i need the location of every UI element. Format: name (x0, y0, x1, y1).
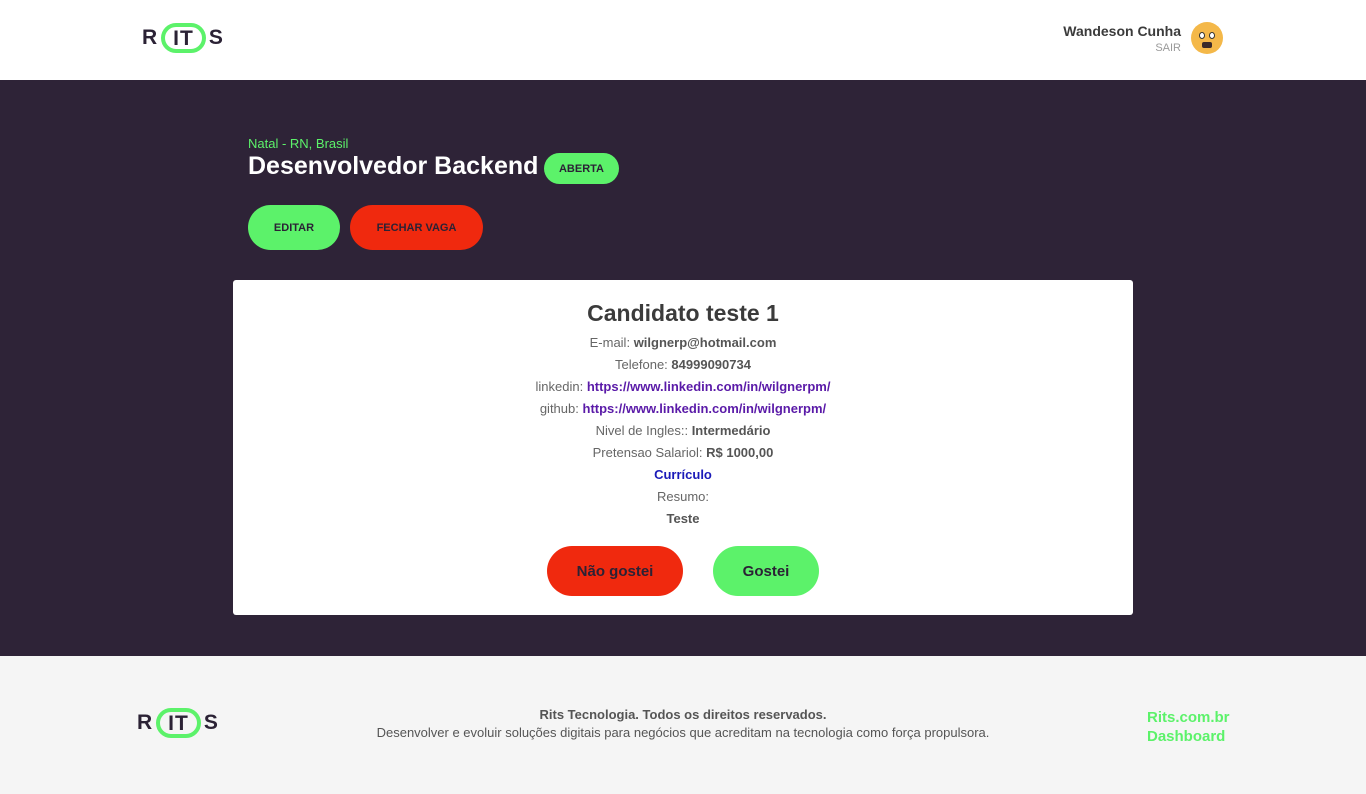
phone-value: 84999090734 (671, 357, 751, 372)
footer: R IT S Rits Tecnologia. Todos os direito… (0, 656, 1366, 794)
resume-link[interactable]: Currículo (654, 467, 712, 482)
user-menu: Wandeson Cunha SAIR (1063, 22, 1223, 54)
summary-value: Teste (666, 511, 700, 526)
logout-link[interactable]: SAIR (1063, 42, 1181, 54)
email-label: E-mail: (589, 335, 631, 350)
email-value: wilgnerp@hotmail.com (633, 335, 777, 350)
footer-link-rits[interactable]: Rits.com.br (1147, 708, 1230, 727)
english-row: Nivel de Ingles:: Intermedário (233, 423, 1133, 438)
salary-row: Pretensao Salariol: R$ 1000,00 (233, 445, 1133, 460)
candidate-name: Candidato teste 1 (587, 300, 779, 326)
logo-letter-s: S (208, 26, 224, 49)
summary-label: Resumo: (656, 489, 710, 504)
user-info: Wandeson Cunha SAIR (1063, 23, 1181, 54)
email-row: E-mail: wilgnerp@hotmail.com (233, 335, 1133, 350)
github-link[interactable]: https://www.linkedin.com/in/wilgnerpm/ (583, 401, 827, 416)
edit-button[interactable]: EDITAR (248, 205, 340, 250)
avatar[interactable] (1191, 22, 1223, 54)
avatar-eye-icon (1209, 32, 1215, 39)
linkedin-link[interactable]: https://www.linkedin.com/in/wilgnerpm/ (587, 379, 831, 394)
phone-row: Telefone: 84999090734 (233, 357, 1133, 372)
summary-value-row: Teste (233, 511, 1133, 526)
english-label: Nivel de Ingles:: (595, 423, 689, 438)
footer-links: Rits.com.br Dashboard (1147, 708, 1230, 746)
resume-row: Currículo (233, 467, 1133, 482)
rits-logo[interactable]: R IT S (142, 23, 224, 53)
close-job-button[interactable]: FECHAR VAGA (350, 205, 483, 250)
english-value: Intermedário (691, 423, 771, 438)
linkedin-row: linkedin: https://www.linkedin.com/in/wi… (233, 379, 1133, 394)
logo-ring: IT (161, 23, 206, 53)
candidate-card: Candidato teste 1 E-mail: wilgnerp@hotma… (233, 280, 1133, 615)
linkedin-label: linkedin: (535, 379, 584, 394)
user-name: Wandeson Cunha (1063, 22, 1181, 39)
job-title: Desenvolvedor Backend (248, 152, 539, 180)
footer-link-dashboard[interactable]: Dashboard (1147, 727, 1230, 746)
job-section: Natal - RN, Brasil Desenvolvedor Backend… (0, 80, 1366, 656)
avatar-mouth-icon (1202, 42, 1212, 48)
github-label: github: (539, 401, 579, 416)
salary-value: R$ 1000,00 (706, 445, 774, 460)
dislike-button[interactable]: Não gostei (547, 546, 683, 596)
logo-letter-r: R (142, 26, 159, 49)
phone-label: Telefone: (615, 357, 668, 372)
like-button[interactable]: Gostei (713, 546, 819, 596)
github-row: github: https://www.linkedin.com/in/wilg… (233, 401, 1133, 416)
job-location: Natal - RN, Brasil (248, 136, 349, 151)
top-header: R IT S Wandeson Cunha SAIR (0, 0, 1366, 80)
status-badge: ABERTA (544, 153, 619, 184)
salary-label: Pretensao Salariol: (592, 445, 703, 460)
avatar-eye-icon (1199, 32, 1205, 39)
